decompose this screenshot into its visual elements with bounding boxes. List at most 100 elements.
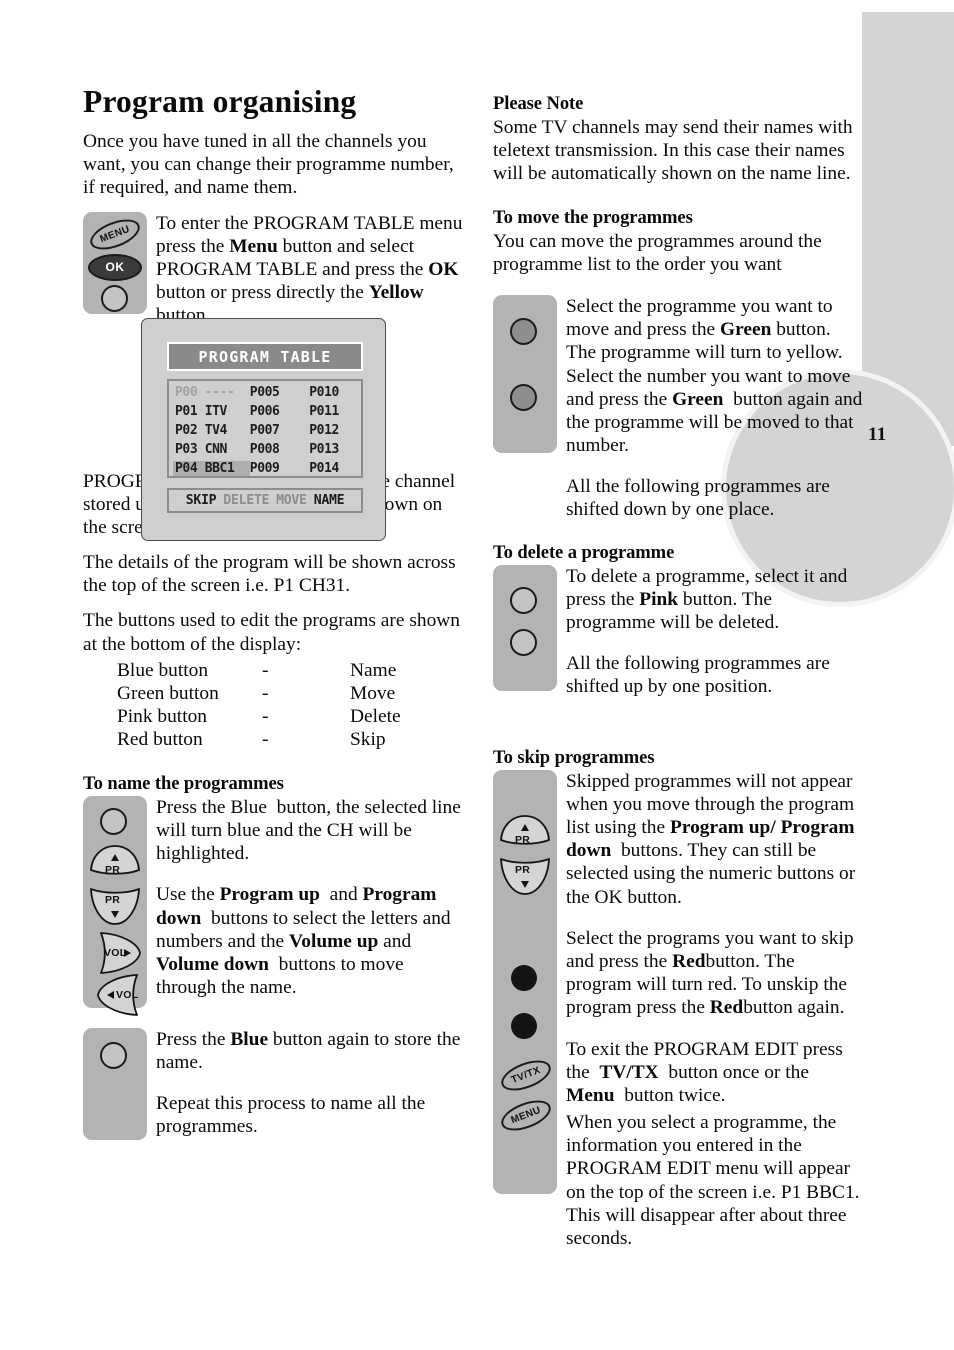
menu-key[interactable]: MENU	[86, 213, 144, 256]
text-run: button once or the	[668, 1061, 809, 1083]
paragraph-move-shift: All the following programmes are shifted…	[566, 476, 830, 521]
page-number: 11	[868, 424, 887, 445]
tv-cell-program: P009	[249, 461, 280, 476]
text-bold-volume-down: Volume down	[156, 953, 269, 975]
menu-key-label: MENU	[98, 223, 132, 245]
tv-cell-program-selected: P04 BBC1	[173, 461, 250, 476]
text-bold-green: Green	[720, 319, 772, 341]
tv-cell-program: P00 ----	[175, 385, 235, 400]
button-legend-list: Blue button - Name Green button - Move P…	[117, 660, 465, 752]
text-bold-volume-up: Volume up	[289, 930, 379, 952]
text-run: Use the	[156, 884, 215, 906]
volume-down-icon	[97, 973, 138, 1016]
legend-action: Move	[350, 682, 396, 704]
text-bold-program-up: Program up	[219, 884, 320, 906]
program-up-key[interactable]: PR	[88, 844, 142, 889]
tv-action-delete[interactable]: DELETE	[223, 493, 269, 508]
instruction-enter-program-table-text: To enter the PROGRAM TABLE menu press th…	[156, 212, 465, 328]
tv-cell-program: P03 CNN	[175, 442, 227, 457]
text-run: Press the	[156, 796, 226, 818]
tv-cell-program: P011	[309, 404, 339, 419]
right-column: Please Note Some TV channels may send th…	[493, 93, 865, 1250]
paragraph-exit-info: When you select a programme, the informa…	[566, 1112, 860, 1249]
legend-dash: -	[262, 682, 269, 704]
program-up-key[interactable]: PR	[498, 814, 552, 859]
text-bold-red: Red	[672, 950, 706, 972]
left-column: Program organising Once you have tuned i…	[83, 84, 465, 1146]
volume-down-key[interactable]: VOL	[95, 972, 143, 1023]
text-bold-blue: Blue	[230, 1028, 269, 1050]
text-bold-red: Red	[709, 997, 744, 1019]
legend-action: Skip	[350, 728, 386, 750]
paragraph-details: The details of the program will be shown…	[83, 552, 456, 597]
tv-cell-program: P008	[249, 442, 280, 457]
tvtx-key[interactable]: TV/TX	[497, 1054, 555, 1097]
text-bold-ok: OK	[428, 258, 459, 280]
legend-dash: -	[262, 728, 269, 750]
table-row: P01 ITV P006 P011	[173, 402, 361, 421]
pink-key-1[interactable]	[510, 586, 537, 614]
green-key-1[interactable]	[510, 317, 537, 345]
instruction-move-programmes: Select the programme you want to move an…	[493, 294, 865, 522]
table-row: P02 TV4 P007 P012	[173, 421, 361, 440]
instruction-skip-programmes-text: Skipped programmes will not appear when …	[566, 770, 865, 1251]
tv-screen-title-bar: PROGRAM TABLE	[167, 342, 363, 371]
yellow-key[interactable]	[101, 284, 128, 312]
instruction-name-programmes: PR PR VOL VOL Press the Blue button, the…	[83, 795, 465, 1016]
text-bold-green: Green	[672, 388, 724, 410]
text-run: Press the	[156, 1028, 226, 1050]
legend-action: Delete	[350, 705, 401, 727]
text-run: button twice.	[624, 1084, 726, 1106]
legend-row: Green button - Move	[117, 683, 465, 706]
tv-program-grid: P00 ---- P005 P010 P01 ITV P006 P011 P02…	[167, 379, 363, 478]
blue-key[interactable]	[100, 807, 127, 835]
tv-cell-program: P013	[309, 442, 339, 457]
page-title: Program organising	[83, 84, 357, 119]
legend-dash: -	[262, 659, 269, 681]
text-bold-tvtx: TV/TX	[599, 1061, 659, 1083]
tv-cell-program: P010	[309, 385, 339, 400]
legend-dash: -	[262, 705, 269, 727]
program-down-key[interactable]: PR	[88, 884, 142, 933]
instruction-name-programmes-text: Press the Blue button, the selected line…	[156, 796, 465, 1000]
tvtx-key-label: TV/TX	[509, 1064, 543, 1086]
red-key-1[interactable]	[511, 964, 537, 991]
legend-row: Red button - Skip	[117, 729, 465, 752]
paragraph-delete-shift: All the following programmes are shifted…	[566, 653, 830, 698]
legend-row: Pink button - Delete	[117, 706, 465, 729]
red-key-2[interactable]	[511, 1012, 537, 1039]
text-bold-menu: Menu	[229, 235, 278, 257]
heading-skip-programmes: To skip programmes	[493, 746, 655, 768]
legend-button: Pink button	[117, 705, 207, 727]
pink-key-2[interactable]	[510, 628, 537, 656]
program-down-icon	[500, 857, 550, 895]
menu-key-label: MENU	[509, 1104, 543, 1126]
text-run: button again.	[743, 997, 845, 1019]
text-run: and	[383, 930, 412, 952]
heading-name-programmes: To name the programmes	[83, 772, 284, 794]
legend-button: Blue button	[117, 659, 209, 681]
menu-key[interactable]: MENU	[497, 1094, 555, 1137]
tv-action-move[interactable]: MOVE	[276, 493, 307, 508]
heading-move-programmes: To move the programmes	[493, 206, 693, 228]
program-down-key[interactable]: PR	[498, 854, 552, 903]
store-repeat-text: Repeat this process to name all the prog…	[156, 1093, 426, 1138]
blue-key[interactable]	[100, 1041, 127, 1069]
tv-cell-program: P01 ITV	[175, 404, 227, 419]
program-up-icon	[500, 814, 550, 845]
tv-action-name[interactable]: NAME	[314, 493, 345, 508]
text-run: and	[329, 884, 358, 906]
instruction-delete-programme: To delete a programme, select it and pre…	[493, 564, 865, 711]
legend-row: Blue button - Name	[117, 660, 465, 683]
program-down-icon	[90, 887, 140, 925]
heading-please-note: Please Note	[493, 93, 584, 114]
tv-action-skip[interactable]: SKIP	[186, 493, 217, 508]
tv-cell-program: P02 TV4	[175, 423, 227, 438]
text-bold-pink: Pink	[639, 588, 679, 610]
paragraph-move-intro: You can move the programmes around the p…	[493, 230, 822, 275]
paragraph-buttons-intro: The buttons used to edit the programs ar…	[83, 610, 460, 655]
text-bold-menu: Menu	[566, 1084, 615, 1106]
ok-key[interactable]: OK	[88, 253, 142, 281]
instruction-enter-program-table: MENU OK To enter the PROGRAM TABLE menu …	[83, 211, 465, 328]
green-key-2[interactable]	[510, 383, 537, 411]
